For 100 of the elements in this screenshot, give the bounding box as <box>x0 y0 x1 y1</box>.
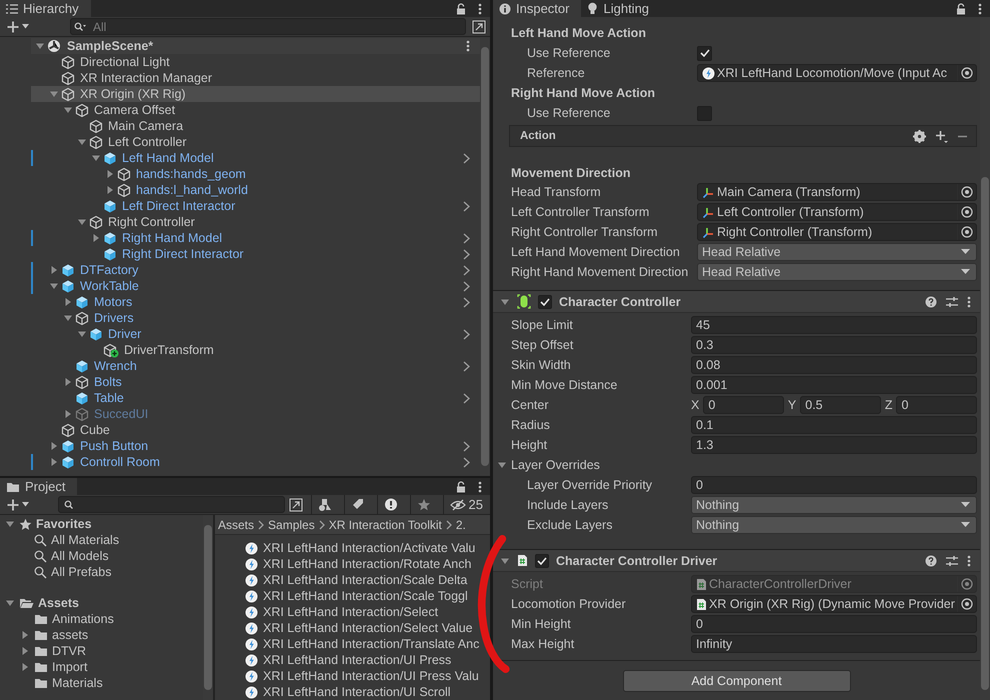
hierarchy-row[interactable]: Left Direct Interactor <box>31 198 480 214</box>
foldout-arrow-icon[interactable] <box>20 662 30 672</box>
input-field[interactable]: 0.001 <box>691 376 977 394</box>
folder-row[interactable]: Favorites <box>0 516 203 532</box>
input-field[interactable]: 0 <box>691 615 977 633</box>
chevron-right-icon[interactable] <box>463 392 470 404</box>
hierarchy-row[interactable]: Wrench <box>31 358 480 374</box>
hierarchy-row[interactable]: Right Direct Interactor <box>31 246 480 262</box>
hierarchy-row[interactable]: DTFactory <box>31 262 480 278</box>
input-field[interactable]: 0 <box>691 476 977 494</box>
popout-icon[interactable] <box>288 498 303 512</box>
hierarchy-row[interactable]: hands:hands_geom <box>31 166 480 182</box>
object-picker-icon[interactable] <box>961 206 973 218</box>
hidden-count-button[interactable]: 25 <box>442 495 486 514</box>
input-field[interactable]: 0.5 <box>800 396 881 414</box>
folder-row[interactable]: Animations <box>0 611 203 627</box>
checkbox[interactable] <box>697 46 712 60</box>
chevron-right-icon[interactable] <box>463 264 470 276</box>
lock-icon[interactable] <box>456 480 466 492</box>
foldout-arrow-icon[interactable] <box>63 105 73 115</box>
presets-icon[interactable] <box>946 554 958 566</box>
object-field[interactable]: XRI LeftHand Locomotion/Move (Input Ac <box>697 64 977 82</box>
foldout-arrow-icon[interactable] <box>77 217 87 227</box>
input-field[interactable]: 1.3 <box>691 436 977 454</box>
input-field[interactable]: 0 <box>896 396 978 414</box>
search-field[interactable]: All <box>70 18 466 35</box>
folder-row[interactable]: All Materials <box>0 532 203 548</box>
foldout-arrow-icon[interactable] <box>49 441 59 451</box>
hierarchy-row[interactable]: Main Camera <box>31 118 480 134</box>
hierarchy-row[interactable]: WorkTable <box>31 278 480 294</box>
scrollbar-thumb[interactable] <box>481 47 489 466</box>
chevron-right-icon[interactable] <box>463 248 470 260</box>
foldout-arrow-icon[interactable] <box>35 41 45 51</box>
foldout-header[interactable]: Layer Overrides <box>497 458 600 472</box>
asset-row[interactable]: XRI LeftHand Interaction/Translate Anc <box>245 636 490 652</box>
foldout-arrow-icon[interactable] <box>49 457 59 467</box>
input-field[interactable]: 0.08 <box>691 356 977 374</box>
foldout-arrow-icon[interactable] <box>63 313 73 323</box>
foldout-arrow-icon[interactable] <box>63 409 73 419</box>
folder-row[interactable]: assets <box>0 627 203 643</box>
checkbox[interactable] <box>697 106 712 120</box>
panel-tab[interactable]: Hierarchy <box>0 0 91 17</box>
foldout-arrow-icon[interactable] <box>77 329 87 339</box>
asset-row[interactable]: XRI LeftHand Interaction/Scale Delta <box>245 572 490 588</box>
menu-icon[interactable] <box>967 554 971 566</box>
asset-row[interactable]: XRI LeftHand Interaction/UI Press <box>245 652 490 668</box>
input-field[interactable]: 45 <box>691 316 977 334</box>
foldout-arrow-icon[interactable] <box>20 630 30 640</box>
scrollbar-thumb[interactable] <box>204 525 212 690</box>
hierarchy-row[interactable]: Table <box>31 390 480 406</box>
hierarchy-row[interactable]: Camera Offset <box>31 102 480 118</box>
object-picker-icon[interactable] <box>961 186 973 198</box>
hierarchy-row[interactable]: Controll Room <box>31 454 480 470</box>
foldout-arrow-icon[interactable] <box>91 233 101 243</box>
chevron-right-icon[interactable] <box>463 200 470 212</box>
dropdown[interactable]: Nothing <box>691 516 977 534</box>
gear-icon[interactable] <box>913 130 926 142</box>
folder-row[interactable]: DTVR <box>0 643 203 659</box>
folder-row[interactable]: All Models <box>0 548 203 564</box>
panel-tab[interactable]: Project <box>0 478 78 495</box>
popout-icon[interactable] <box>472 20 486 34</box>
enabled-checkbox[interactable] <box>538 294 552 308</box>
hierarchy-row[interactable]: Left Hand Model <box>31 150 480 166</box>
asset-row[interactable]: XRI LeftHand Interaction/Select <box>245 604 490 620</box>
object-picker-icon[interactable] <box>961 67 973 79</box>
chevron-right-icon[interactable] <box>463 360 470 372</box>
foldout-arrow-icon[interactable] <box>5 519 15 529</box>
object-field[interactable]: Right Controller (Transform) <box>697 223 977 241</box>
folder-row[interactable]: Import <box>0 659 203 675</box>
foldout-arrow-icon[interactable] <box>105 169 115 179</box>
hierarchy-row[interactable]: Motors <box>31 294 480 310</box>
object-picker-icon[interactable] <box>961 598 973 610</box>
component-header[interactable]: Character Controller Driver <box>493 549 980 572</box>
hierarchy-row[interactable]: DriverTransform <box>31 342 480 358</box>
breadcrumb-link[interactable]: 2. <box>456 518 466 532</box>
foldout-arrow-icon[interactable] <box>500 296 510 306</box>
foldout-arrow-icon[interactable] <box>49 265 59 275</box>
input-field[interactable]: 0 <box>703 396 784 414</box>
scene-row[interactable]: SampleScene* <box>31 38 480 54</box>
enabled-checkbox[interactable] <box>535 554 549 568</box>
chevron-right-icon[interactable] <box>463 440 470 452</box>
breadcrumb-link[interactable]: Samples <box>268 518 315 532</box>
asset-row[interactable]: XRI LeftHand Interaction/Scale Toggl <box>245 588 490 604</box>
component-header[interactable]: Character Controller <box>493 290 980 313</box>
hierarchy-row[interactable]: Driver <box>31 326 480 342</box>
help-icon[interactable] <box>925 296 937 308</box>
add-component-button[interactable]: Add Component <box>622 670 850 692</box>
breadcrumb-link[interactable]: Assets <box>218 518 254 532</box>
chevron-right-icon[interactable] <box>463 328 470 340</box>
folder-row[interactable]: All Prefabs <box>0 564 203 580</box>
input-field[interactable]: Infinity <box>691 635 977 653</box>
chevron-right-icon[interactable] <box>463 296 470 308</box>
hierarchy-row[interactable]: Drivers <box>31 310 480 326</box>
hierarchy-row[interactable]: Right Hand Model <box>31 230 480 246</box>
asset-row[interactable]: XRI LeftHand Interaction/UI Scroll <box>245 684 490 700</box>
hierarchy-row[interactable]: Left Controller <box>31 134 480 150</box>
lock-icon[interactable] <box>456 2 466 14</box>
hierarchy-row[interactable]: Bolts <box>31 374 480 390</box>
menu-icon[interactable] <box>978 2 982 14</box>
scrollbar-thumb[interactable] <box>981 177 989 690</box>
